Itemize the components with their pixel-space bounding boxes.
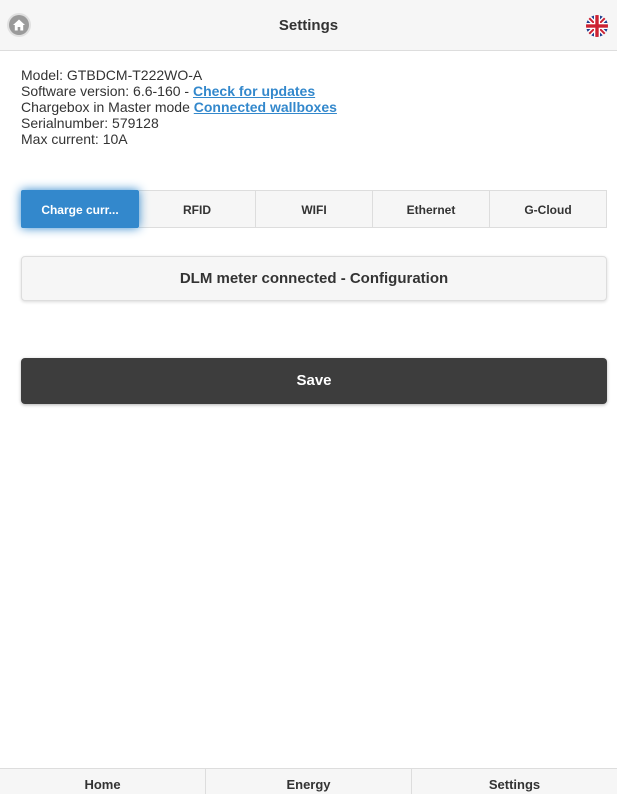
software-version-line: Software version: 6.6-160 - Check for up…: [21, 83, 337, 99]
software-version-text: Software version: 6.6-160 -: [21, 83, 193, 99]
check-updates-link[interactable]: Check for updates: [193, 83, 315, 99]
chargebox-mode-line: Chargebox in Master mode Connected wallb…: [21, 99, 337, 115]
model-text: Model: GTBDCM-T222WO-A: [21, 67, 203, 83]
nav-home[interactable]: Home: [0, 769, 205, 794]
chargebox-mode-text: Chargebox in Master mode: [21, 99, 194, 115]
header-bar: Settings: [0, 0, 617, 51]
footer-nav: Home Energy Settings: [0, 768, 617, 794]
tab-charge-current[interactable]: Charge curr...: [21, 190, 139, 228]
tab-ethernet[interactable]: Ethernet: [373, 190, 490, 228]
serialnumber-text: Serialnumber: 579128: [21, 115, 159, 131]
tab-rfid[interactable]: RFID: [139, 190, 256, 228]
dlm-configuration-button[interactable]: DLM meter connected - Configuration: [21, 256, 607, 301]
device-info: Model: GTBDCM-T222WO-A Software version:…: [21, 67, 337, 147]
tab-wifi[interactable]: WIFI: [256, 190, 373, 228]
connected-wallboxes-link[interactable]: Connected wallboxes: [194, 99, 337, 115]
settings-tabs: Charge curr... RFID WIFI Ethernet G-Clou…: [21, 190, 607, 228]
uk-flag-icon[interactable]: [586, 15, 608, 37]
max-current-text: Max current: 10A: [21, 131, 128, 147]
tab-g-cloud[interactable]: G-Cloud: [490, 190, 607, 228]
save-button[interactable]: Save: [21, 358, 607, 404]
nav-energy[interactable]: Energy: [205, 769, 411, 794]
page-title: Settings: [278, 17, 339, 34]
nav-settings[interactable]: Settings: [411, 769, 617, 794]
